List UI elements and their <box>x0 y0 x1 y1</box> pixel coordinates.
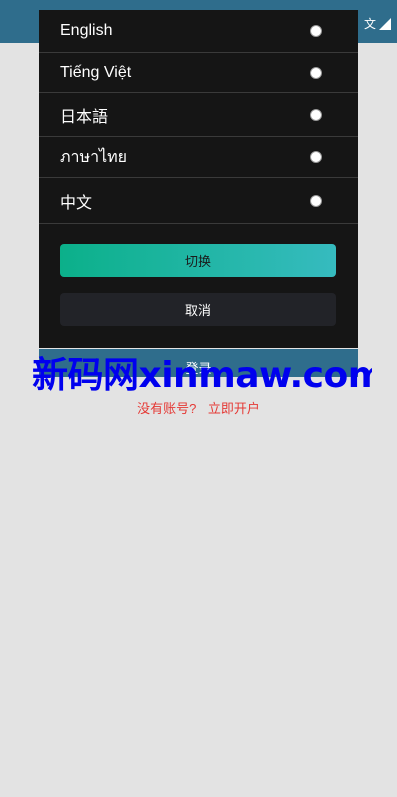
language-option-chinese[interactable]: 中文 <box>39 178 358 224</box>
radio-button[interactable] <box>310 194 322 207</box>
language-option-japanese[interactable]: 日本語 <box>39 93 358 137</box>
signup-question: 没有账号? <box>137 401 197 416</box>
language-option-label: 日本語 <box>60 108 109 126</box>
watermark-overlay: 新码网xinmaw.com <box>32 355 372 396</box>
language-option-thai[interactable]: ภาษาไทย <box>39 137 358 178</box>
radio-button[interactable] <box>310 108 322 121</box>
language-indicator-label: 文 <box>363 17 376 31</box>
language-option-vietnamese[interactable]: Tiếng Việt <box>39 53 358 93</box>
language-option-label: 中文 <box>60 194 93 212</box>
language-option-label: English <box>60 22 113 39</box>
corner-triangle-icon <box>379 17 391 30</box>
language-option-label: Tiếng Việt <box>60 63 132 81</box>
radio-button[interactable] <box>310 66 322 79</box>
language-option-label: ภาษาไทย <box>60 148 128 166</box>
switch-language-button[interactable]: 切换 <box>60 244 336 277</box>
radio-button[interactable] <box>310 151 322 163</box>
radio-button[interactable] <box>310 25 322 37</box>
cancel-button[interactable]: 取消 <box>60 293 336 326</box>
language-modal: English Tiếng Việt 日本語 ภาษาไทย 中文 切换 取消 <box>39 10 358 348</box>
cancel-label: 取消 <box>184 303 211 318</box>
signup-row: 没有账号? 立即开户 <box>0 398 397 417</box>
switch-language-label: 切换 <box>184 254 211 269</box>
language-option-english[interactable]: English <box>39 10 358 53</box>
signup-link[interactable]: 立即开户 <box>208 401 260 416</box>
language-switcher[interactable]: 文 <box>364 15 391 32</box>
